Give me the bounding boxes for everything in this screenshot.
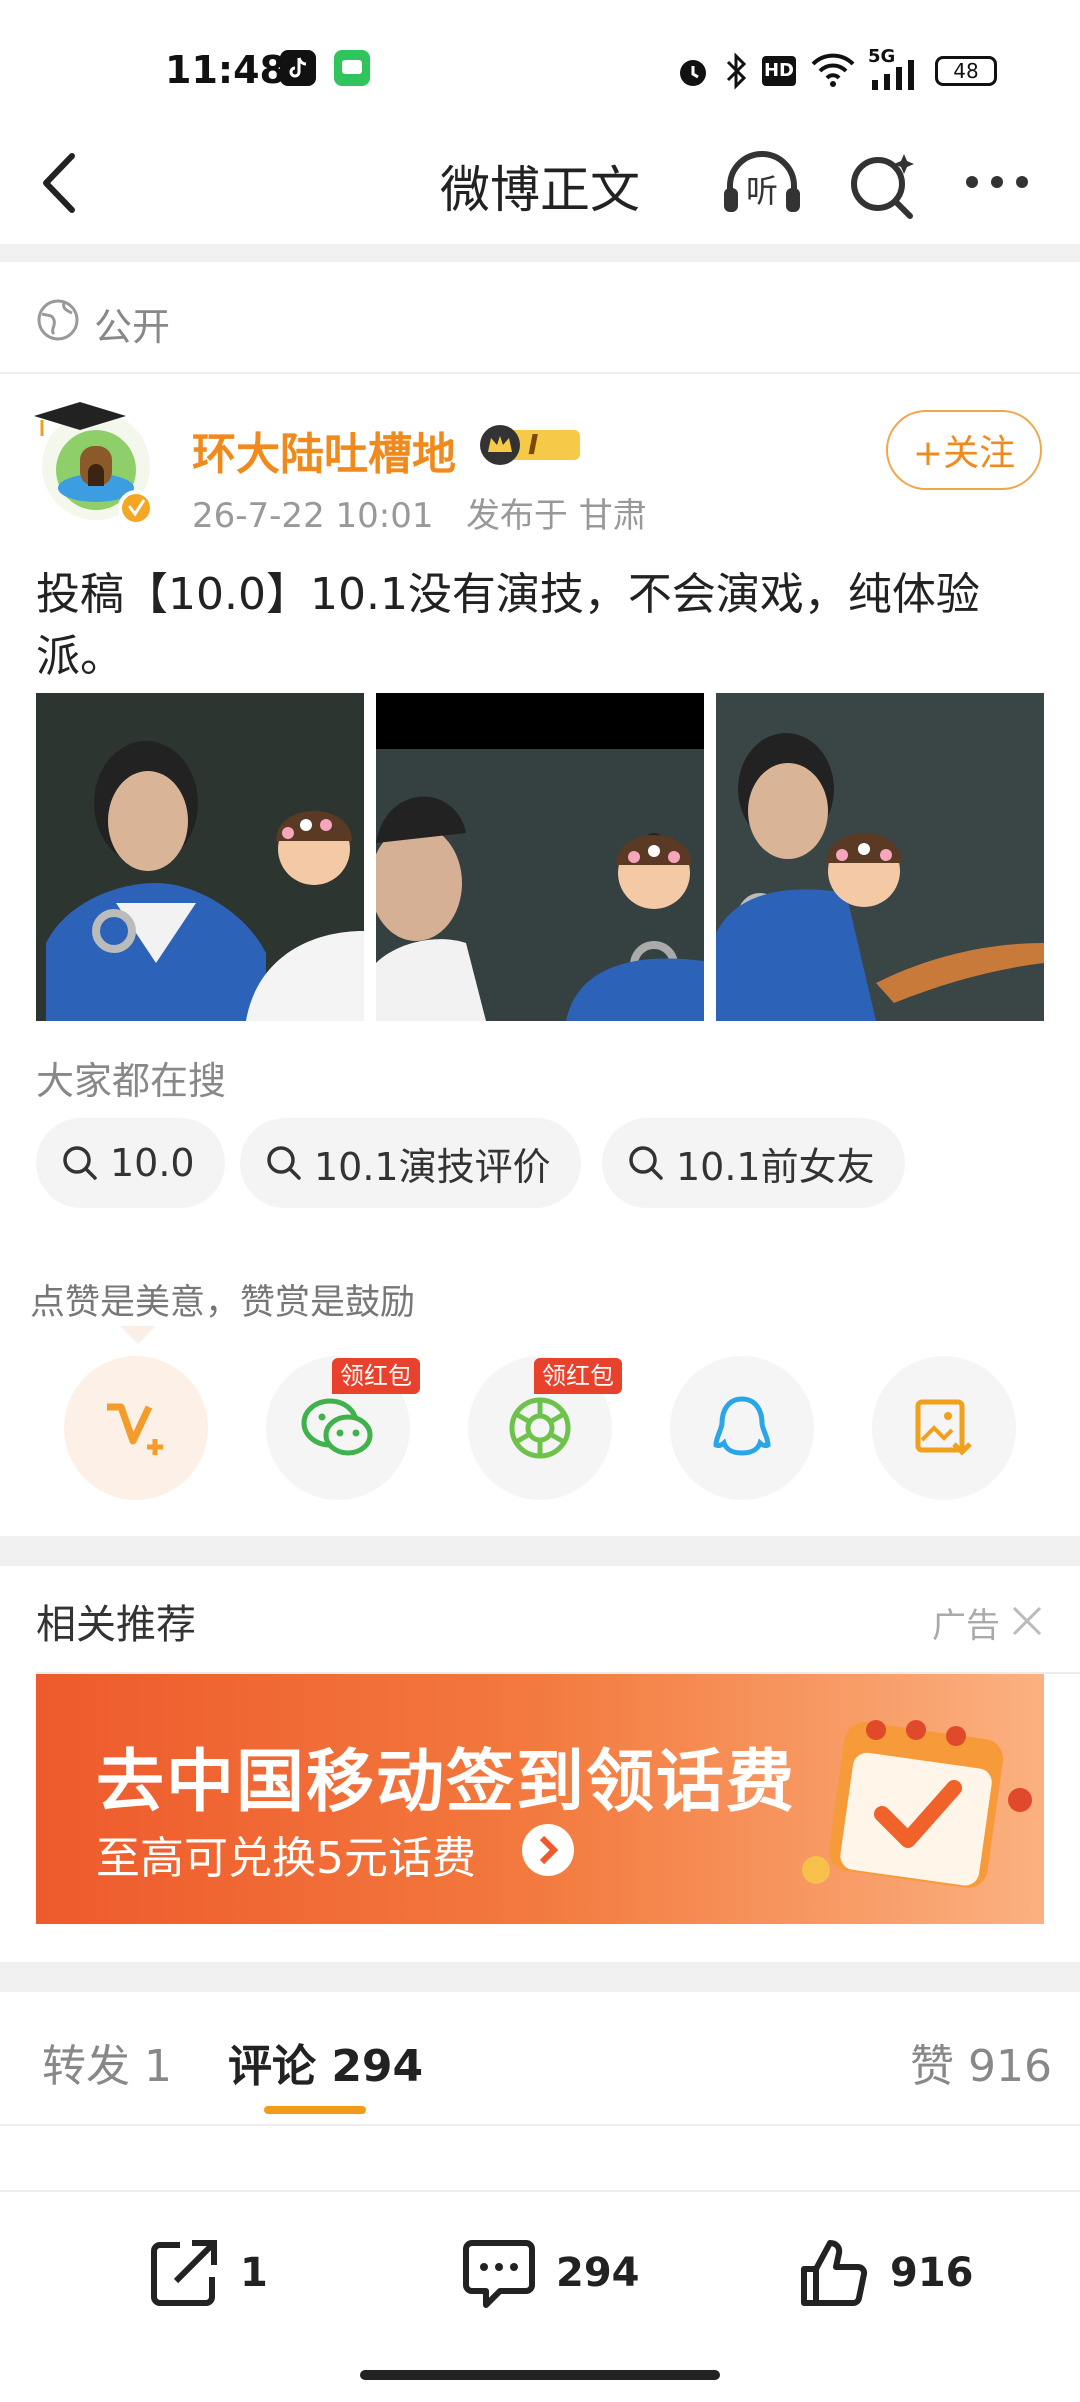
- post-meta: 26-7-22 10:01 发布于 甘肃: [192, 488, 647, 537]
- red-packet-badge: 领红包: [332, 1358, 420, 1394]
- reward-tip: 点赞是美意，赞赏是鼓励: [30, 1283, 416, 1323]
- avatar[interactable]: [30, 396, 158, 526]
- section-divider: [0, 1962, 1080, 1992]
- listen-button[interactable]: 听: [720, 148, 804, 218]
- alarm-icon: [680, 60, 706, 86]
- hd-icon: HD: [762, 56, 796, 86]
- share-qq-button[interactable]: [670, 1356, 814, 1500]
- search-section-title: 大家都在搜: [36, 1059, 227, 1103]
- post-photo[interactable]: [376, 693, 704, 1021]
- wechat-icon: [301, 1398, 373, 1456]
- close-icon[interactable]: [1010, 1604, 1044, 1638]
- tip-pointer: [120, 1326, 156, 1344]
- signal-icon: [872, 60, 914, 90]
- ad-banner-subtitle: 至高可兑换5元话费: [96, 1833, 476, 1884]
- member-badge: I: [476, 422, 586, 468]
- red-packet-badge: 领红包: [534, 1358, 622, 1394]
- post-photo[interactable]: [36, 693, 364, 1021]
- save-image-button[interactable]: [872, 1356, 1016, 1500]
- reward-button[interactable]: [64, 1356, 208, 1500]
- tab-comment[interactable]: 评论 294: [228, 2030, 423, 2094]
- member-level: I: [528, 428, 539, 461]
- search-chip-label: 10.0: [110, 1141, 195, 1185]
- related-title: 相关推荐: [36, 1602, 196, 1648]
- like-button[interactable]: 916: [796, 2235, 974, 2311]
- more-icon[interactable]: [962, 170, 1032, 194]
- comment-button[interactable]: 294: [460, 2235, 640, 2311]
- search-chip-label: 10.1前女友: [676, 1144, 875, 1189]
- follow-button[interactable]: +关注: [886, 410, 1042, 490]
- arrow-right-circle-icon: [522, 1824, 574, 1876]
- repost-count: 1: [240, 2250, 268, 2296]
- ad-banner[interactable]: 去中国移动签到领话费 至高可兑换5元话费: [36, 1674, 1044, 1924]
- image-download-icon: [915, 1399, 972, 1456]
- tab-repost[interactable]: 转发 1: [42, 2030, 172, 2094]
- search-icon: [63, 1146, 97, 1180]
- row-divider: [0, 2124, 1080, 2126]
- qq-icon: [713, 1396, 771, 1456]
- post-text: 投稿【10.0】10.1没有演技，不会演戏，纯体验派。: [36, 569, 980, 682]
- visibility-label: 公开: [94, 305, 171, 349]
- comment-count: 294: [556, 2250, 640, 2296]
- search-chip[interactable]: 10.1演技评价: [240, 1118, 581, 1208]
- repost-icon: [151, 2240, 217, 2306]
- comment-icon: [463, 2240, 535, 2308]
- status-time: 11:48: [165, 48, 286, 92]
- search-sparkle-icon[interactable]: [848, 150, 918, 220]
- battery-icon: 48: [935, 56, 997, 86]
- globe-icon: [37, 299, 79, 341]
- ad-label: 广告: [932, 1606, 1000, 1646]
- search-icon: [267, 1146, 301, 1180]
- post-photo[interactable]: [716, 693, 1044, 1021]
- search-chip[interactable]: 10.1前女友: [602, 1118, 905, 1208]
- search-chip-label: 10.1演技评价: [314, 1144, 551, 1189]
- active-tab-indicator: [264, 2106, 366, 2114]
- home-indicator: [360, 2370, 720, 2380]
- row-divider: [0, 372, 1080, 374]
- post-location: 发布于 甘肃: [465, 496, 647, 536]
- listen-label: 听: [745, 172, 778, 210]
- reward-v-icon: [107, 1403, 163, 1455]
- post-time: 26-7-22 10:01: [192, 496, 434, 536]
- search-icon: [629, 1146, 663, 1180]
- moments-icon: [509, 1397, 571, 1459]
- status-bar: 11:48 HD 5G 48: [0, 0, 1080, 120]
- bluetooth-icon: [726, 52, 747, 90]
- tiktok-icon: [280, 50, 316, 86]
- calendar-icon: [802, 1720, 1032, 1888]
- like-count: 916: [890, 2250, 974, 2296]
- tab-like[interactable]: 赞 916: [910, 2030, 1052, 2094]
- search-chip[interactable]: 10.0: [36, 1118, 225, 1208]
- ad-banner-title: 去中国移动签到领话费: [96, 1743, 797, 1822]
- thumbs-up-icon: [801, 2240, 868, 2306]
- author-name[interactable]: 环大陆吐槽地: [192, 418, 456, 482]
- page-title: 微博正文: [440, 161, 640, 219]
- repost-button[interactable]: 1: [146, 2235, 268, 2311]
- wifi-icon: [811, 53, 855, 87]
- message-app-icon: [334, 50, 370, 86]
- section-divider: [0, 1536, 1080, 1566]
- section-divider: [0, 244, 1080, 262]
